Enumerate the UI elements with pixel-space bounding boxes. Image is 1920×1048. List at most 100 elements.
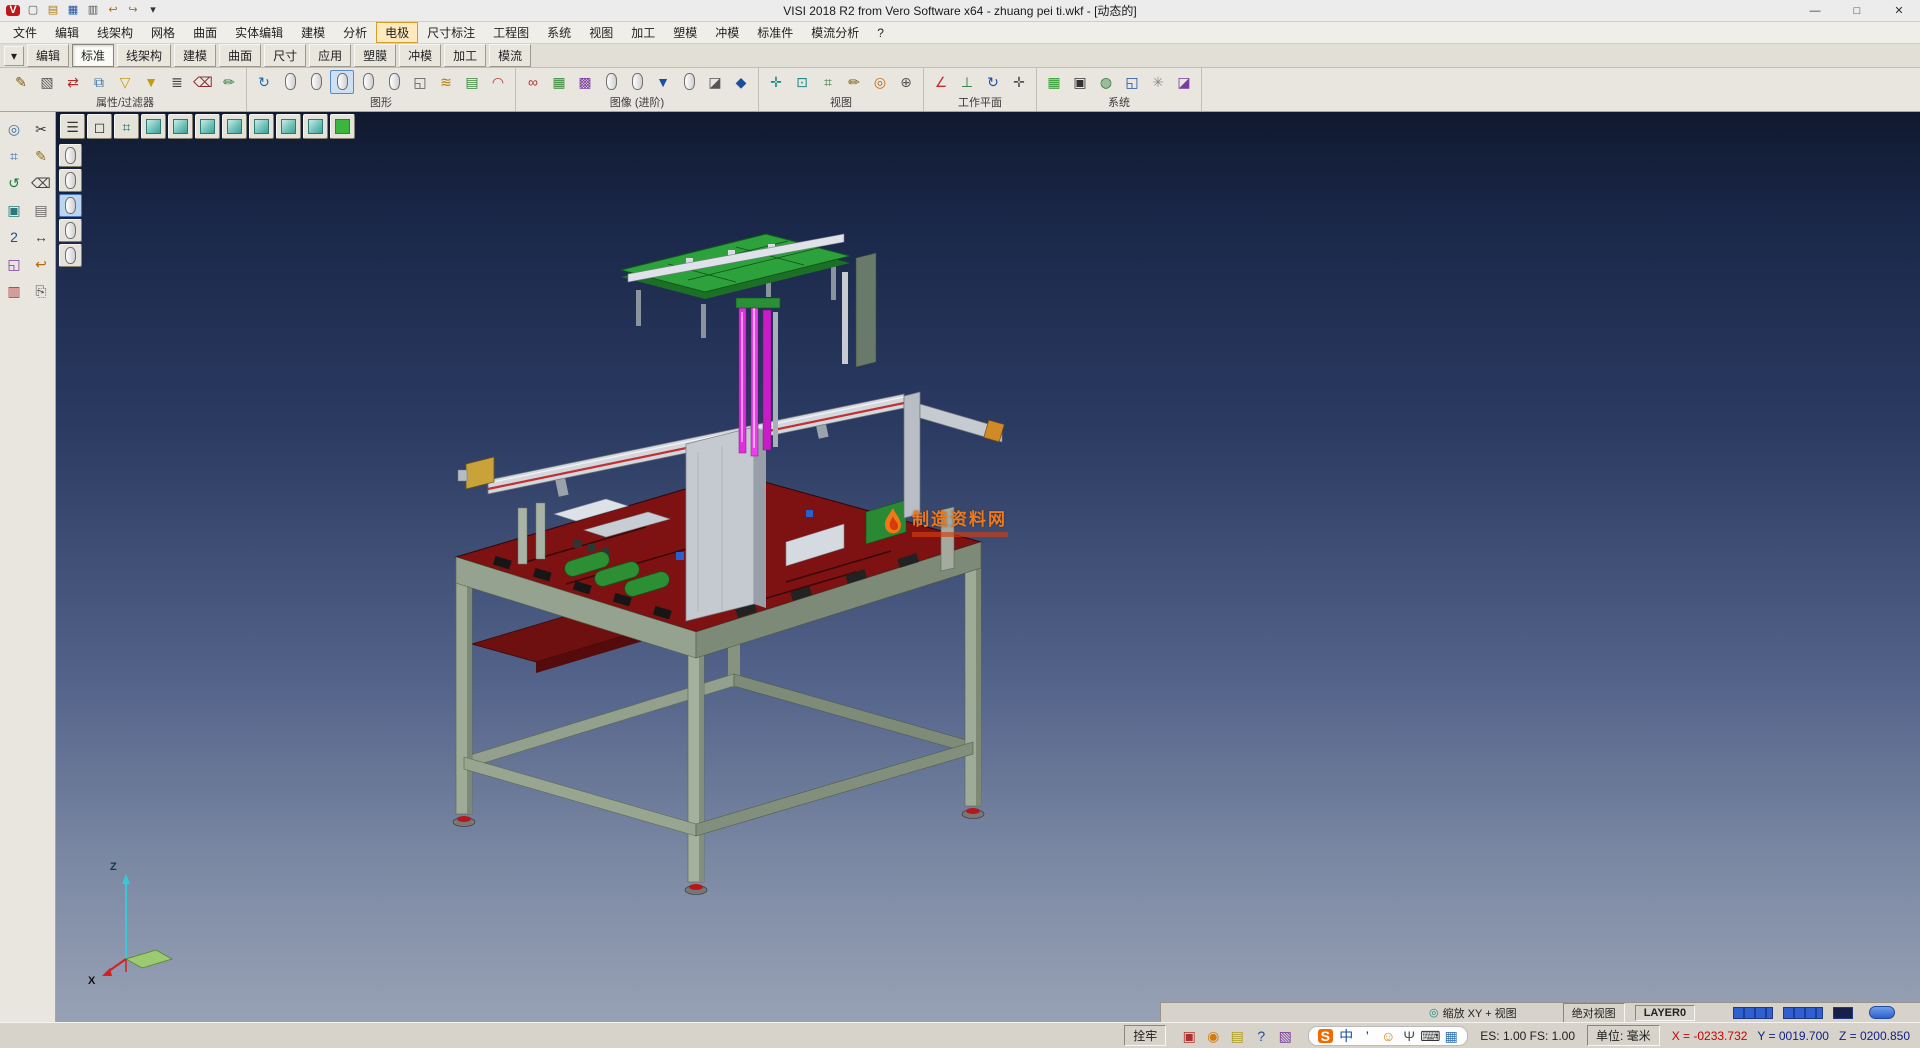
menu-item-视图[interactable]: 视图 [580, 22, 622, 43]
lock-toggle[interactable]: 拴牢 [1124, 1025, 1166, 1046]
attributes-edit-icon[interactable]: ✎ [9, 70, 33, 94]
menu-item-标准件[interactable]: 标准件 [748, 22, 802, 43]
status-display-icon[interactable]: ▣ [1178, 1025, 1200, 1047]
system-plane-icon[interactable]: ◪ [1172, 70, 1196, 94]
attributes-link-icon[interactable]: ⧉ [87, 70, 111, 94]
advanced-section-icon[interactable]: ◪ [703, 70, 727, 94]
view-iso-icon[interactable] [141, 114, 166, 139]
view-bottom-icon[interactable] [303, 114, 328, 139]
dynamic-rotate-icon[interactable]: ↺ [2, 171, 26, 195]
graphics-box-icon[interactable]: ◱ [408, 70, 432, 94]
tab-加工[interactable]: 加工 [444, 44, 486, 67]
status-help-icon[interactable]: ? [1250, 1025, 1272, 1047]
ime-keyboard-icon[interactable]: ⌨ [1421, 1027, 1439, 1045]
tab-应用[interactable]: 应用 [309, 44, 351, 67]
status-palette-icon[interactable]: ▧ [1274, 1025, 1296, 1047]
graphics-layers-icon[interactable]: ≋ [434, 70, 458, 94]
curve-2d-icon[interactable]: 2 [2, 225, 26, 249]
advanced-materials-icon[interactable]: ▦ [547, 70, 571, 94]
redo-icon[interactable]: ↪ [124, 2, 142, 20]
attributes-copy-icon[interactable]: ▧ [35, 70, 59, 94]
view-target-icon[interactable]: ◎ [868, 70, 892, 94]
filter-funnel-icon[interactable]: ▽ [113, 70, 137, 94]
solid-view-icon[interactable]: ▣ [2, 198, 26, 222]
system-settings-icon[interactable]: ✳ [1146, 70, 1170, 94]
view-top-icon[interactable] [276, 114, 301, 139]
sogou-logo-icon[interactable]: S [1316, 1027, 1334, 1045]
status-layers-icon[interactable]: ▤ [1226, 1025, 1248, 1047]
workplane-rotate-icon[interactable]: ↻ [981, 70, 1005, 94]
move-copy-icon[interactable]: ◱ [2, 252, 26, 276]
tab-标准[interactable]: 标准 [72, 44, 114, 67]
system-display-icon[interactable]: ▣ [1068, 70, 1092, 94]
display-filter-wireframe-icon[interactable] [59, 144, 82, 167]
notification-pill[interactable] [1869, 1006, 1895, 1019]
display-filter-transparent-icon[interactable] [59, 244, 82, 267]
graphics-hidden-line-icon[interactable] [304, 70, 328, 94]
active-layer-button[interactable]: LAYER0 [1635, 1005, 1695, 1021]
close-button[interactable]: ✕ [1878, 0, 1920, 21]
view-axonometric-icon[interactable] [330, 114, 355, 139]
workplane-align-icon[interactable]: ⊥ [955, 70, 979, 94]
ime-punct-icon[interactable]: ’ [1358, 1027, 1376, 1045]
layer-color-bar-2[interactable] [1783, 1007, 1823, 1019]
system-world-icon[interactable]: ◍ [1094, 70, 1118, 94]
advanced-texture-icon[interactable]: ▩ [573, 70, 597, 94]
notes-icon[interactable]: ▤ [29, 198, 53, 222]
workplane-xy-icon[interactable]: ⌗ [114, 114, 139, 139]
view-sketch-icon[interactable]: ✏ [842, 70, 866, 94]
ime-mic-icon[interactable]: Ψ [1400, 1027, 1418, 1045]
graphics-shaded-edges-icon[interactable] [356, 70, 380, 94]
ime-lang-icon[interactable]: 中 [1337, 1027, 1355, 1045]
menu-item-实体编辑[interactable]: 实体编辑 [226, 22, 292, 43]
menu-item-曲面[interactable]: 曲面 [184, 22, 226, 43]
measure-icon[interactable]: ↔ [29, 225, 53, 249]
clipboard-icon[interactable]: ⎘ [29, 279, 53, 303]
system-colors-icon[interactable]: ▦ [1042, 70, 1066, 94]
tab-线架构[interactable]: 线架构 [117, 44, 171, 67]
tab-塑膜[interactable]: 塑膜 [354, 44, 396, 67]
menu-item-系统[interactable]: 系统 [538, 22, 580, 43]
display-filter-hidden-icon[interactable] [59, 219, 82, 242]
menu-item-工程图[interactable]: 工程图 [484, 22, 538, 43]
maximize-button[interactable]: □ [1836, 0, 1878, 21]
workplane-create-icon[interactable]: ∠ [929, 70, 953, 94]
advanced-battery-2-icon[interactable] [625, 70, 649, 94]
graphics-magnet-icon[interactable]: ◠ [486, 70, 510, 94]
open-file-icon[interactable]: ▤ [44, 2, 62, 20]
view-back-icon[interactable] [195, 114, 220, 139]
ime-toolbox-icon[interactable]: ▦ [1442, 1027, 1460, 1045]
view-previous-icon[interactable]: ⊕ [894, 70, 918, 94]
tab-尺寸[interactable]: 尺寸 [264, 44, 306, 67]
tab-编辑[interactable]: 编辑 [27, 44, 69, 67]
advanced-cube-icon[interactable]: ◆ [729, 70, 753, 94]
filter-funnel-add-icon[interactable]: ▼ [139, 70, 163, 94]
app-logo-icon[interactable]: V [4, 2, 22, 20]
display-filter-shaded-icon[interactable] [59, 169, 82, 192]
graphics-wireframe-icon[interactable] [278, 70, 302, 94]
3d-viewport[interactable]: ☰◻⌗ [56, 112, 1920, 1022]
display-filter-solid-icon[interactable] [59, 194, 82, 217]
ime-emoji-icon[interactable]: ☺ [1379, 1027, 1397, 1045]
viewport-layout-icon[interactable]: ◻ [87, 114, 112, 139]
customize-quick-access-icon[interactable]: ▾ [144, 2, 162, 20]
menu-item-线架构[interactable]: 线架构 [88, 22, 142, 43]
advanced-cylinder-icon[interactable] [677, 70, 701, 94]
menu-item-模流分析[interactable]: 模流分析 [802, 22, 868, 43]
filter-clear-icon[interactable]: ⌫ [191, 70, 215, 94]
save-icon[interactable]: ▦ [64, 2, 82, 20]
undo-step-icon[interactable]: ↩ [29, 252, 53, 276]
tab-曲面[interactable]: 曲面 [219, 44, 261, 67]
attributes-swap-icon[interactable]: ⇄ [61, 70, 85, 94]
tab-冲模[interactable]: 冲模 [399, 44, 441, 67]
new-file-icon[interactable]: ▢ [24, 2, 42, 20]
layer-color-bar-1[interactable] [1733, 1007, 1773, 1019]
menu-item-分析[interactable]: 分析 [334, 22, 376, 43]
menu-item-冲模[interactable]: 冲模 [706, 22, 748, 43]
zoom-dynamic-icon[interactable]: ✛ [764, 70, 788, 94]
view-mode-indicator[interactable]: 绝对视图 [1563, 1003, 1625, 1023]
menu-item-加工[interactable]: 加工 [622, 22, 664, 43]
graphics-shaded-icon[interactable] [330, 70, 354, 94]
layer-color-bar-3[interactable] [1833, 1007, 1853, 1019]
menu-item-塑模[interactable]: 塑模 [664, 22, 706, 43]
